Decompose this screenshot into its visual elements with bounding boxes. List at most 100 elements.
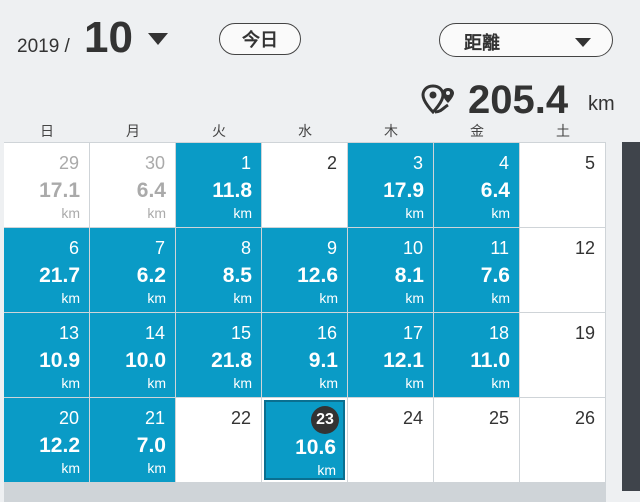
day-distance-unit: km <box>147 460 166 476</box>
calendar-day[interactable]: 12 <box>520 228 605 312</box>
day-number: 3 <box>412 153 423 173</box>
day-number: 9 <box>326 238 337 258</box>
calendar-day[interactable]: 1 11.8 km <box>176 143 261 227</box>
calendar-day[interactable]: 25 <box>434 398 519 482</box>
calendar-day[interactable]: 8 8.5 km <box>176 228 261 312</box>
day-distance-unit: km <box>405 375 424 391</box>
day-distance: 21.8 <box>211 349 252 372</box>
day-number: 18 <box>488 323 509 343</box>
day-distance-unit: km <box>405 205 424 221</box>
calendar-day[interactable]: 11 7.6 km <box>434 228 519 312</box>
day-number: 24 <box>402 408 423 428</box>
day-distance: 7.0 <box>136 434 166 457</box>
caret-down-icon[interactable] <box>147 32 169 51</box>
calendar-day[interactable]: 26 <box>520 398 605 482</box>
day-distance-unit: km <box>233 205 252 221</box>
day-distance: 17.9 <box>383 179 424 202</box>
day-distance: 12.2 <box>39 434 80 457</box>
today-button[interactable]: 今日 <box>219 23 301 55</box>
weekday-label: 金 <box>470 123 484 139</box>
day-number: 16 <box>316 323 337 343</box>
day-distance-unit: km <box>491 205 510 221</box>
calendar-day[interactable]: 3 17.9 km <box>348 143 433 227</box>
day-distance: 6.4 <box>480 179 510 202</box>
calendar-day[interactable]: 22 <box>176 398 261 482</box>
day-number: 1 <box>240 153 251 173</box>
today-button-label: 今日 <box>242 30 278 50</box>
weekday-label: 木 <box>384 123 398 139</box>
calendar-day[interactable]: 30 6.4 km <box>90 143 175 227</box>
total-distance-value: 205.4 <box>468 78 569 122</box>
route-pin-icon <box>421 84 461 121</box>
day-number: 22 <box>230 408 251 428</box>
calendar-day[interactable]: 21 7.0 km <box>90 398 175 482</box>
calendar-day[interactable]: 5 <box>520 143 605 227</box>
calendar-day[interactable]: 4 6.4 km <box>434 143 519 227</box>
day-distance: 17.1 <box>39 179 80 202</box>
calendar-day[interactable]: 15 21.8 km <box>176 313 261 397</box>
day-number: 5 <box>584 153 595 173</box>
day-distance-unit: km <box>233 375 252 391</box>
day-number: 14 <box>144 323 165 343</box>
calendar-day[interactable]: 7 6.2 km <box>90 228 175 312</box>
calendar-day[interactable]: 6 21.7 km <box>4 228 89 312</box>
day-distance-unit: km <box>319 375 338 391</box>
weekday-label: 日 <box>40 123 54 139</box>
calendar-day[interactable]: 20 12.2 km <box>4 398 89 482</box>
day-distance: 10.6 <box>295 436 336 459</box>
day-distance-unit: km <box>491 375 510 391</box>
day-number: 7 <box>154 238 165 258</box>
today-day-badge: 23 <box>311 406 339 434</box>
day-distance-unit: km <box>317 462 336 478</box>
weekday-label: 月 <box>126 123 140 139</box>
day-distance: 12.6 <box>297 264 338 287</box>
calendar-day[interactable]: 10 8.1 km <box>348 228 433 312</box>
day-distance-unit: km <box>233 290 252 306</box>
month-label[interactable]: 10 <box>84 12 133 64</box>
day-number: 19 <box>574 323 595 343</box>
caret-down-icon <box>574 35 592 53</box>
day-distance-unit: km <box>147 290 166 306</box>
weekday-label: 火 <box>212 123 226 139</box>
day-number: 21 <box>144 408 165 428</box>
calendar-day[interactable]: 17 12.1 km <box>348 313 433 397</box>
day-number: 29 <box>58 153 79 173</box>
day-number: 15 <box>230 323 251 343</box>
day-distance-unit: km <box>147 205 166 221</box>
calendar-day[interactable]: 9 12.6 km <box>262 228 347 312</box>
side-panel-edge <box>622 142 640 491</box>
day-number: 25 <box>488 408 509 428</box>
day-distance-unit: km <box>147 375 166 391</box>
day-number: 2 <box>326 153 337 173</box>
calendar-day[interactable]: 24 <box>348 398 433 482</box>
calendar-day[interactable]: 16 9.1 km <box>262 313 347 397</box>
day-distance-unit: km <box>61 205 80 221</box>
weekday-label: 水 <box>298 123 312 139</box>
calendar-day-today[interactable]: 23 10.6 km <box>262 398 347 482</box>
total-distance-unit: km <box>588 93 615 115</box>
calendar-day[interactable]: 29 17.1 km <box>4 143 89 227</box>
day-distance: 21.7 <box>39 264 80 287</box>
calendar-day[interactable]: 13 10.9 km <box>4 313 89 397</box>
day-distance: 11.8 <box>212 179 252 202</box>
day-number: 10 <box>402 238 423 258</box>
day-number: 20 <box>58 408 79 428</box>
calendar-day[interactable]: 14 10.0 km <box>90 313 175 397</box>
calendar-grid: 29 17.1 km 30 6.4 km 1 11.8 km 2 3 17.9 km 4 6.4 km 5 6 21… <box>4 142 606 502</box>
metric-dropdown[interactable]: 距離 <box>439 23 613 57</box>
calendar-day[interactable]: 19 <box>520 313 605 397</box>
day-distance: 11.0 <box>470 349 510 372</box>
day-distance: 8.5 <box>222 264 252 287</box>
calendar-day[interactable]: 18 11.0 km <box>434 313 519 397</box>
day-distance: 10.9 <box>39 349 80 372</box>
calendar-day[interactable]: 2 <box>262 143 347 227</box>
day-distance-unit: km <box>491 290 510 306</box>
day-distance: 12.1 <box>383 349 424 372</box>
metric-dropdown-value: 距離 <box>464 33 500 53</box>
day-number: 13 <box>58 323 79 343</box>
day-number: 26 <box>574 408 595 428</box>
day-number: 8 <box>240 238 251 258</box>
day-distance: 7.6 <box>480 264 510 287</box>
day-number: 11 <box>490 238 509 258</box>
day-distance-unit: km <box>405 290 424 306</box>
